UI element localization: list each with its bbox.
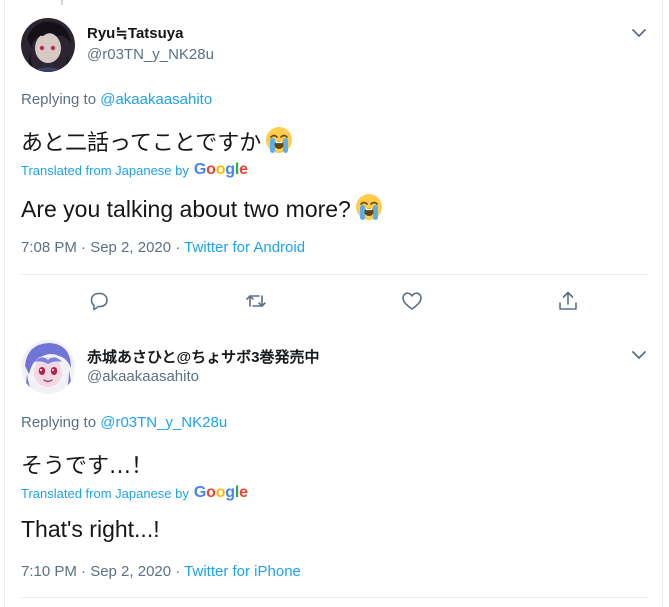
tweet-original-content: あと二話ってことですか [21,131,262,156]
retweet-icon[interactable] [244,289,268,313]
reply-icon[interactable] [87,289,111,313]
google-logo: Google [193,161,248,178]
tweet-translated-text: Are you talking about two more? [21,193,383,223]
divider [21,274,648,275]
mention-link[interactable]: @akaakaasahito [100,91,212,108]
chevron-down-icon[interactable] [630,24,648,42]
user-handle[interactable]: @r03TN_y_NK28u [87,46,214,63]
translated-label: Translated from Japanese by [21,162,189,178]
tweet-translated-text: That's right...! [21,516,160,542]
user-handle[interactable]: @akaakaasahito [87,368,199,385]
translated-by-google[interactable]: Translated from Japanese by Google [21,484,248,502]
tweet-translated-content: Are you talking about two more? [21,196,351,222]
display-name[interactable]: 赤城あさひと@ちょサボ3巻発売中 [87,346,320,367]
tweet-time[interactable]: 7:10 PM · Sep 2, 2020 · [21,563,184,580]
thread-connector-line [61,0,63,5]
loudly-crying-face-icon [355,194,382,220]
tweet-original-text: あと二話ってことですか [21,125,293,157]
replying-to: Replying to @r03TN_y_NK28u [21,414,227,431]
replying-to-label: Replying to [21,414,101,431]
divider [21,597,648,598]
tweet-timestamp: 7:10 PM · Sep 2, 2020 · Twitter for iPho… [21,563,301,580]
share-icon[interactable] [556,289,580,313]
replying-to: Replying to @akaakaasahito [21,91,212,108]
avatar[interactable] [21,340,75,394]
tweet-original-text: そうです…！ [21,454,154,479]
like-icon[interactable] [400,289,424,313]
replying-to-label: Replying to [21,91,101,108]
tweet-source-link[interactable]: Twitter for Android [184,239,305,256]
tweet-time[interactable]: 7:08 PM · Sep 2, 2020 · [21,239,184,256]
translated-label: Translated from Japanese by [21,485,189,501]
google-logo: Google [193,484,248,501]
mention-link[interactable]: @r03TN_y_NK28u [100,414,227,431]
tweet-card: Ryu≒Tatsuya @r03TN_y_NK28u Replying to @… [4,0,663,330]
chevron-down-icon[interactable] [630,346,648,364]
tweet-timestamp: 7:08 PM · Sep 2, 2020 · Twitter for Andr… [21,239,305,256]
tweet-source-link[interactable]: Twitter for iPhone [184,563,301,580]
translated-by-google[interactable]: Translated from Japanese by Google [21,161,248,179]
loudly-crying-face-icon [266,127,293,153]
display-name[interactable]: Ryu≒Tatsuya [87,24,183,42]
avatar[interactable] [21,18,75,72]
tweet-card: 赤城あさひと@ちょサボ3巻発売中 @akaakaasahito Replying… [4,329,663,607]
